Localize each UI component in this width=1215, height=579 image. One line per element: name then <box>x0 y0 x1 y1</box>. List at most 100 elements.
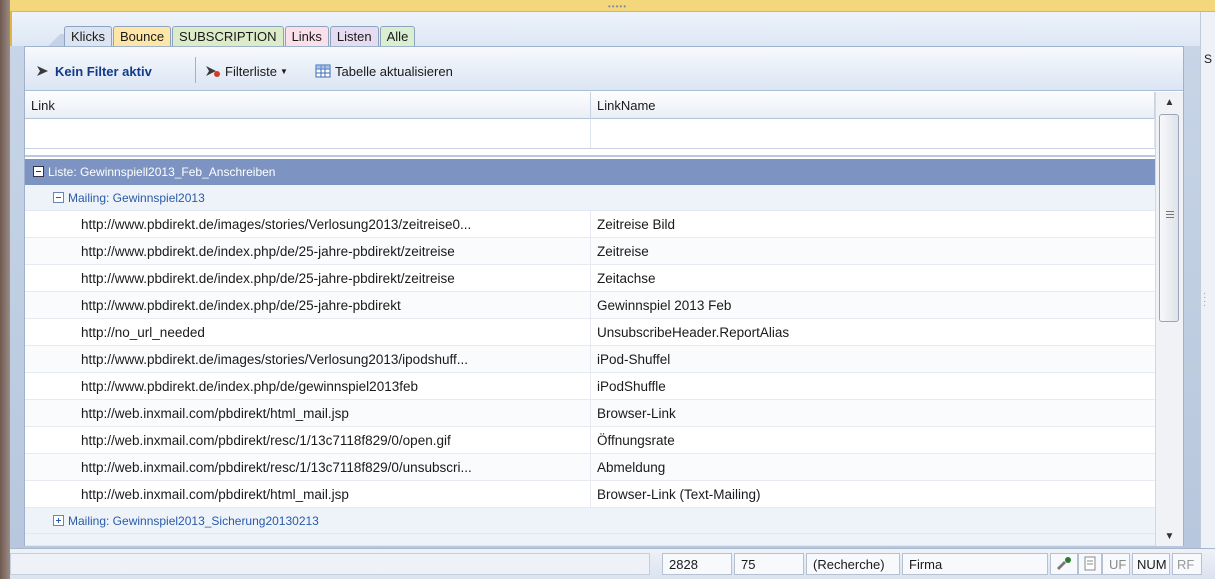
status-count-2: 75 <box>734 553 804 575</box>
scroll-thumb[interactable] <box>1159 114 1179 322</box>
group-list-label: Liste: Gewinnspiell2013_Feb_Anschreiben <box>48 165 276 179</box>
table-row[interactable]: http://web.inxmail.com/pbdirekt/resc/1/1… <box>25 427 1155 454</box>
cell-link[interactable]: http://www.pbdirekt.de/images/stories/Ve… <box>75 346 591 372</box>
cell-linkname[interactable]: UnsubscribeHeader.ReportAlias <box>591 319 1155 345</box>
cell-linkname[interactable]: Browser-Link (Text-Mailing) <box>591 481 1155 507</box>
group-row-mailing-2[interactable]: Mailing: Gewinnspiel2013_Sicherung201302… <box>25 508 1155 534</box>
side-panel-label: S <box>1204 52 1213 66</box>
group-row-partial <box>25 534 1155 546</box>
row-indent <box>25 346 75 372</box>
side-grip-icon[interactable]: · · · · <box>1203 289 1206 311</box>
row-indent <box>25 373 75 399</box>
filter-list-icon <box>206 66 220 77</box>
scroll-up-icon[interactable]: ▲ <box>1156 92 1183 112</box>
row-indent <box>25 238 75 264</box>
cell-linkname[interactable]: Browser-Link <box>591 400 1155 426</box>
row-indent <box>25 265 75 291</box>
status-company: Firma <box>902 553 1048 575</box>
window-edge <box>0 0 10 579</box>
status-mode: (Recherche) <box>806 553 900 575</box>
cell-link[interactable]: http://www.pbdirekt.de/index.php/de/25-j… <box>75 292 591 318</box>
filter-cell-link[interactable] <box>25 119 591 148</box>
group-row-list[interactable]: Liste: Gewinnspiell2013_Feb_Anschreiben <box>25 159 1155 185</box>
tab-alle[interactable]: Alle <box>379 26 416 46</box>
table-row[interactable]: http://www.pbdirekt.de/index.php/de/gewi… <box>25 373 1155 400</box>
cell-link[interactable]: http://www.pbdirekt.de/index.php/de/25-j… <box>75 265 591 291</box>
status-num: NUM <box>1132 553 1170 575</box>
column-header-link[interactable]: Link <box>25 92 591 119</box>
tab-bounce[interactable]: Bounce <box>112 26 172 46</box>
table-row[interactable]: http://www.pbdirekt.de/index.php/de/25-j… <box>25 238 1155 265</box>
collapse-icon[interactable] <box>53 192 64 203</box>
cell-link[interactable]: http://web.inxmail.com/pbdirekt/resc/1/1… <box>75 454 591 480</box>
table-row[interactable]: http://web.inxmail.com/pbdirekt/resc/1/1… <box>25 454 1155 481</box>
cell-link[interactable]: http://web.inxmail.com/pbdirekt/resc/1/1… <box>75 427 591 453</box>
group-row-mailing[interactable]: Mailing: Gewinnspiel2013 <box>25 185 1155 211</box>
refresh-table-label: Tabelle aktualisieren <box>335 63 453 79</box>
row-indent <box>25 319 75 345</box>
chevron-down-icon: ▼ <box>280 66 288 76</box>
row-indent <box>25 211 75 237</box>
cell-link[interactable]: http://no_url_needed <box>75 319 591 345</box>
grid-divider <box>25 149 1155 157</box>
grid-rows: http://www.pbdirekt.de/images/stories/Ve… <box>25 211 1155 508</box>
table-row[interactable]: http://web.inxmail.com/pbdirekt/html_mai… <box>25 481 1155 508</box>
filter-cell-linkname[interactable] <box>591 119 1155 148</box>
filterliste-dropdown[interactable]: Filterliste ▼ <box>205 61 288 81</box>
tab-subscription[interactable]: SUBSCRIPTION <box>172 26 284 46</box>
cell-linkname[interactable]: Gewinnspiel 2013 Feb <box>591 292 1155 318</box>
cell-link[interactable]: http://web.inxmail.com/pbdirekt/html_mai… <box>75 400 591 426</box>
vertical-scrollbar[interactable]: ▲ ▼ <box>1155 92 1183 546</box>
collapse-icon[interactable] <box>33 166 44 177</box>
app-window: ••••• Klicks Bounce SUBSCRIPTION Links Liste… <box>0 0 1215 579</box>
tools-icon[interactable] <box>1050 553 1078 575</box>
grid-header: Link LinkName <box>25 92 1155 119</box>
cell-linkname[interactable]: Öffnungsrate <box>591 427 1155 453</box>
filterliste-label: Filterliste <box>225 63 278 79</box>
cell-linkname[interactable]: iPod-Shuffel <box>591 346 1155 372</box>
cell-linkname[interactable]: Zeitreise Bild <box>591 211 1155 237</box>
toolbar-separator <box>195 57 196 83</box>
expand-icon[interactable] <box>53 515 64 526</box>
column-header-linkname[interactable]: LinkName <box>591 92 1155 119</box>
cell-link[interactable]: http://www.pbdirekt.de/index.php/de/gewi… <box>75 373 591 399</box>
tab-strip: Klicks Bounce SUBSCRIPTION Links Listen Alle <box>10 12 1200 46</box>
tab-listen[interactable]: Listen <box>329 26 379 46</box>
cell-linkname[interactable]: Zeitachse <box>591 265 1155 291</box>
cell-link[interactable]: http://www.pbdirekt.de/index.php/de/25-j… <box>75 238 591 264</box>
splitter-grip-icon[interactable]: ••••• <box>608 2 627 11</box>
status-uf: UF <box>1102 553 1130 575</box>
links-panel: Kein Filter aktiv Filterliste ▼ Tabelle … <box>24 46 1184 546</box>
table-row[interactable]: http://www.pbdirekt.de/images/stories/Ve… <box>25 346 1155 373</box>
row-indent <box>25 454 75 480</box>
status-count-1: 2828 <box>662 553 732 575</box>
cell-link[interactable]: http://web.inxmail.com/pbdirekt/html_mai… <box>75 481 591 507</box>
tab-strip-corner <box>42 34 66 46</box>
cell-linkname[interactable]: Abmeldung <box>591 454 1155 480</box>
group-mailing-label: Mailing: Gewinnspiel2013 <box>68 191 205 205</box>
row-indent <box>25 292 75 318</box>
cell-linkname[interactable]: iPodShuffle <box>591 373 1155 399</box>
tab-links[interactable]: Links <box>284 26 329 46</box>
refresh-table-button[interactable]: Tabelle aktualisieren <box>315 61 453 81</box>
table-row[interactable]: http://no_url_needed UnsubscribeHeader.Re… <box>25 319 1155 346</box>
table-row[interactable]: http://web.inxmail.com/pbdirekt/html_mai… <box>25 400 1155 427</box>
filter-status-button[interactable]: Kein Filter aktiv <box>35 61 152 81</box>
tab-klicks[interactable]: Klicks <box>64 26 112 46</box>
table-refresh-icon <box>315 64 331 78</box>
table-row[interactable]: http://www.pbdirekt.de/index.php/de/25-j… <box>25 265 1155 292</box>
cell-linkname[interactable]: Zeitreise <box>591 238 1155 264</box>
table-row[interactable]: http://www.pbdirekt.de/images/stories/Ve… <box>25 211 1155 238</box>
scroll-down-icon[interactable]: ▼ <box>1156 526 1183 546</box>
filter-status-label: Kein Filter aktiv <box>55 63 152 79</box>
row-indent <box>25 481 75 507</box>
grid-filter-row <box>25 119 1155 149</box>
splitter-bar[interactable]: ••••• <box>10 0 1215 12</box>
status-message-area <box>10 553 650 575</box>
tab-list: Klicks Bounce SUBSCRIPTION Links Listen Alle <box>64 26 416 46</box>
status-rf: RF <box>1172 553 1202 575</box>
scroll-grip-icon <box>1166 211 1174 218</box>
cell-link[interactable]: http://www.pbdirekt.de/images/stories/Ve… <box>75 211 591 237</box>
table-row[interactable]: http://www.pbdirekt.de/index.php/de/25-j… <box>25 292 1155 319</box>
document-icon[interactable] <box>1078 553 1102 575</box>
